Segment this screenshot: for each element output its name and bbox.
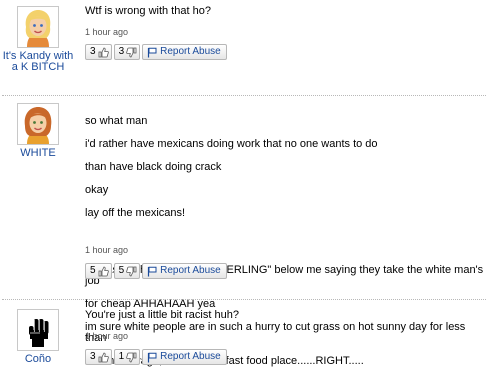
comment-line: lay off the mexicans! bbox=[85, 206, 186, 219]
thumbs-down-icon bbox=[126, 352, 137, 362]
flag-icon bbox=[148, 352, 157, 362]
thumbs-up-button[interactable]: 3 bbox=[85, 44, 112, 60]
comment-body: You're just a little bit racist huh? bbox=[85, 309, 485, 321]
comment-actions: 5 5 Report Abuse bbox=[85, 263, 227, 279]
comment-body: Wtf is wrong with that ho? bbox=[85, 5, 485, 17]
thumbs-up-icon bbox=[98, 352, 109, 362]
comment-timestamp: 1 hour ago bbox=[85, 27, 129, 37]
comment-author: It's Kandy with a K BITCH bbox=[2, 6, 74, 73]
redhead-avatar-icon[interactable] bbox=[17, 103, 59, 145]
thumbs-up-count: 3 bbox=[90, 351, 96, 362]
report-abuse-button[interactable]: Report Abuse bbox=[142, 349, 227, 365]
comment-line: so what man bbox=[85, 115, 148, 128]
comment-text: Wtf is wrong with that ho? bbox=[85, 5, 211, 17]
thumbs-down-count: 3 bbox=[118, 46, 125, 57]
author-name[interactable]: Coño bbox=[2, 354, 74, 365]
thumbs-down-button[interactable]: 5 bbox=[113, 263, 141, 279]
comment-item: It's Kandy with a K BITCH Wtf is wrong w… bbox=[0, 0, 500, 95]
author-name[interactable]: WHITE bbox=[2, 148, 74, 159]
thumbs-up-button[interactable]: 5 bbox=[85, 263, 112, 279]
author-name[interactable]: It's Kandy with a K BITCH bbox=[2, 51, 74, 73]
report-abuse-button[interactable]: Report Abuse bbox=[142, 263, 227, 279]
comment-item: Coño You're just a little bit racist huh… bbox=[0, 300, 500, 380]
report-abuse-label: Report Abuse bbox=[160, 265, 221, 276]
thumbs-down-count: 1 bbox=[118, 351, 125, 362]
comment-timestamp: 1 hour ago bbox=[85, 331, 129, 341]
comment-item: WHITE so what man i'd rather have mexica… bbox=[0, 96, 500, 367]
thumbs-down-button[interactable]: 3 bbox=[113, 44, 141, 60]
blonde-avatar-icon[interactable] bbox=[17, 6, 59, 48]
comment-text: You're just a little bit racist huh? bbox=[85, 309, 239, 321]
report-abuse-label: Report Abuse bbox=[160, 351, 221, 362]
thumbs-up-count: 3 bbox=[90, 46, 96, 57]
raised-fist-icon[interactable] bbox=[17, 309, 59, 351]
comment-line: i'd rather have mexicans doing work that… bbox=[85, 138, 378, 151]
thumbs-down-icon bbox=[126, 266, 137, 276]
thumbs-down-count: 5 bbox=[118, 265, 125, 276]
comment-actions: 3 1 Report Abuse bbox=[85, 349, 227, 365]
thumbs-up-count: 5 bbox=[90, 265, 96, 276]
report-abuse-label: Report Abuse bbox=[160, 46, 221, 57]
comment-author: Coño bbox=[2, 309, 74, 365]
comment-line: than have black doing crack bbox=[85, 161, 222, 174]
comment-actions: 3 3 Report Abuse bbox=[85, 44, 227, 60]
thumbs-down-button[interactable]: 1 bbox=[113, 349, 141, 365]
thumbs-down-icon bbox=[126, 47, 137, 57]
comment-paragraph: so what man i'd rather have mexicans doi… bbox=[85, 105, 485, 230]
comment-author: WHITE bbox=[2, 103, 74, 159]
comment-timestamp: 1 hour ago bbox=[85, 245, 129, 255]
flag-icon bbox=[148, 266, 157, 276]
thumbs-up-button[interactable]: 3 bbox=[85, 349, 112, 365]
report-abuse-button[interactable]: Report Abuse bbox=[142, 44, 227, 60]
thumbs-up-icon bbox=[98, 47, 109, 57]
comment-line: okay bbox=[85, 183, 109, 196]
flag-icon bbox=[148, 47, 157, 57]
thumbs-up-icon bbox=[98, 266, 109, 276]
